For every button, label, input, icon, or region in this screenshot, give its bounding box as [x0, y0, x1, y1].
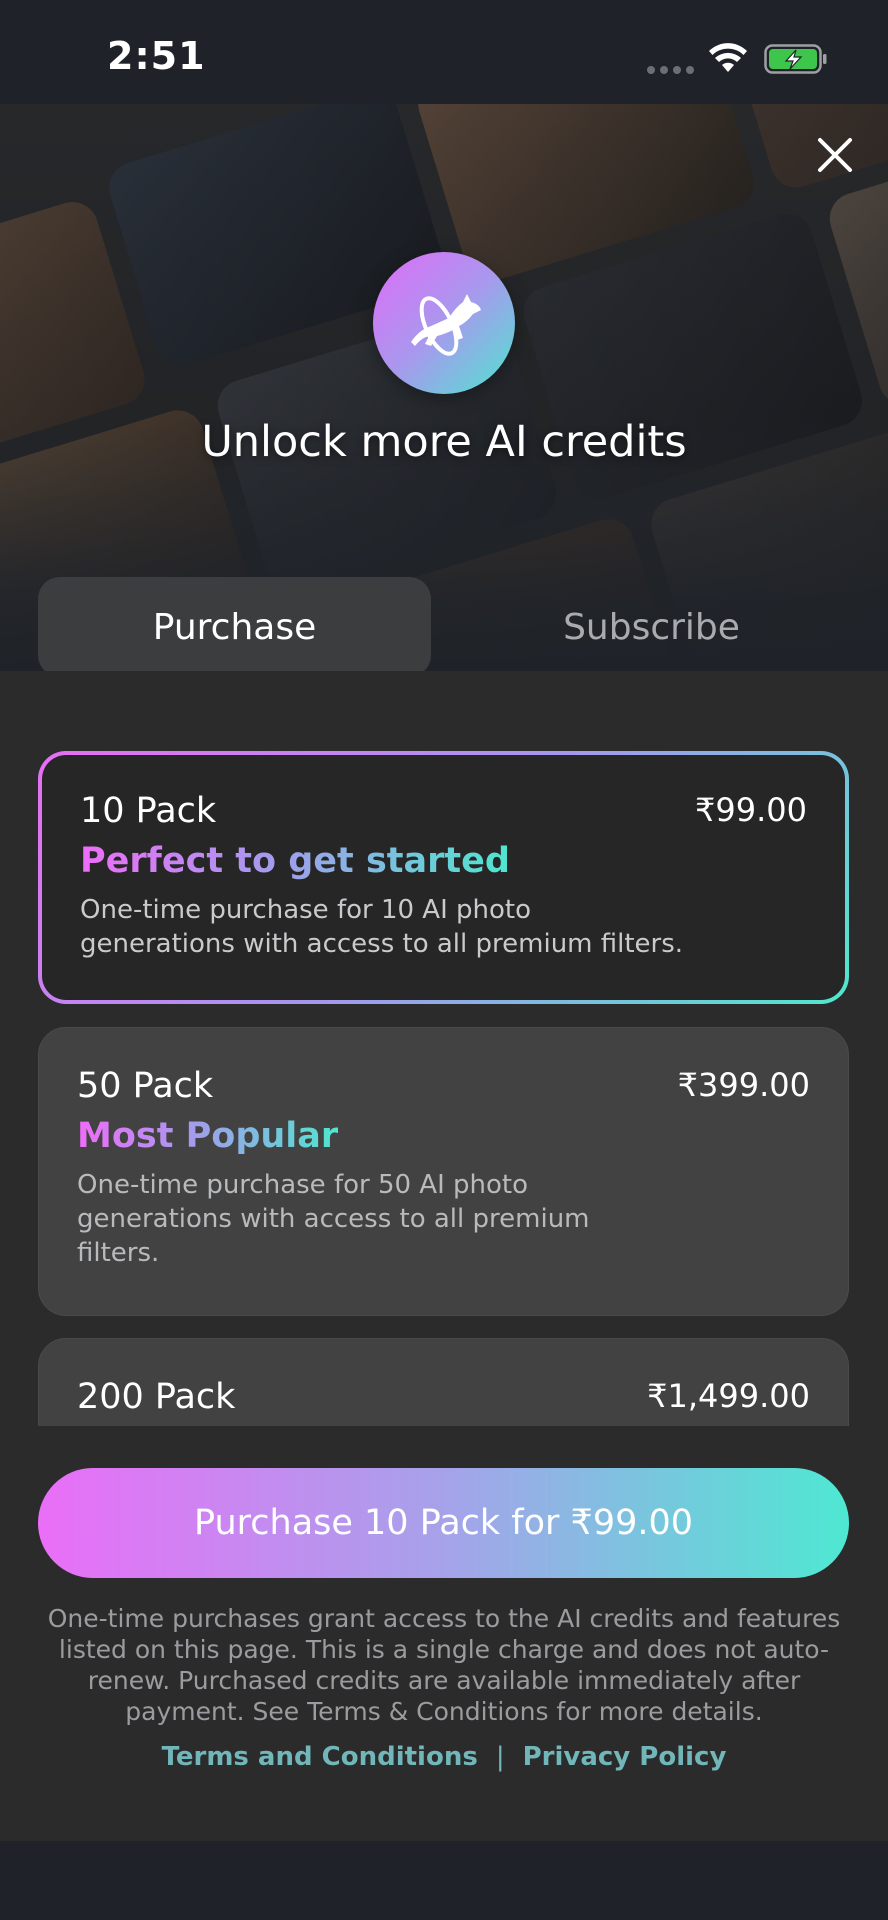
- pack-name: 10 Pack: [80, 791, 217, 831]
- pack-card-50[interactable]: 50 Pack ₹399.00 Most Popular One-time pu…: [38, 1027, 849, 1316]
- hero-title: Unlock more AI credits: [201, 417, 687, 467]
- disclaimer-text: One-time purchases grant access to the A…: [47, 1604, 841, 1726]
- wifi-icon: [709, 43, 747, 72]
- status-bar: 2:51: [0, 0, 888, 104]
- tab-purchase[interactable]: Purchase: [38, 577, 431, 677]
- signal-dots-icon: [647, 66, 694, 74]
- purchase-type-tabs: Purchase Subscribe: [0, 566, 888, 677]
- pack-name: 50 Pack: [77, 1066, 214, 1106]
- purchase-button[interactable]: Purchase 10 Pack for ₹99.00: [38, 1468, 849, 1578]
- pack-tagline: Most Popular: [77, 1116, 339, 1156]
- pack-card-10[interactable]: 10 Pack ₹99.00 Perfect to get started On…: [38, 751, 849, 1004]
- pack-list[interactable]: 10 Pack ₹99.00 Perfect to get started On…: [0, 751, 888, 1426]
- battery-charging-icon: [764, 44, 827, 74]
- pack-card-200[interactable]: 200 Pack ₹1,499.00: [38, 1338, 849, 1426]
- pack-name: 200 Pack: [77, 1377, 236, 1417]
- tab-subscribe[interactable]: Subscribe: [455, 577, 848, 677]
- close-icon[interactable]: [812, 132, 858, 178]
- app-logo: [373, 252, 515, 394]
- legal-links: Terms and Conditions | Privacy Policy: [0, 1742, 888, 1772]
- pack-tagline: Perfect to get started: [80, 841, 510, 881]
- pack-price: ₹399.00: [677, 1066, 810, 1104]
- bottom-safe-area: [0, 1841, 888, 1920]
- pack-price: ₹1,499.00: [647, 1377, 810, 1415]
- dog-jumping-hoop-icon: [411, 294, 481, 356]
- pack-description: One-time purchase for 10 AI photo genera…: [80, 895, 684, 959]
- link-separator: |: [495, 1742, 505, 1772]
- terms-link[interactable]: Terms and Conditions: [162, 1742, 478, 1772]
- privacy-link[interactable]: Privacy Policy: [523, 1742, 727, 1772]
- pack-price: ₹99.00: [695, 791, 807, 829]
- pack-description: One-time purchase for 50 AI photo genera…: [77, 1170, 590, 1268]
- status-time: 2:51: [107, 34, 206, 78]
